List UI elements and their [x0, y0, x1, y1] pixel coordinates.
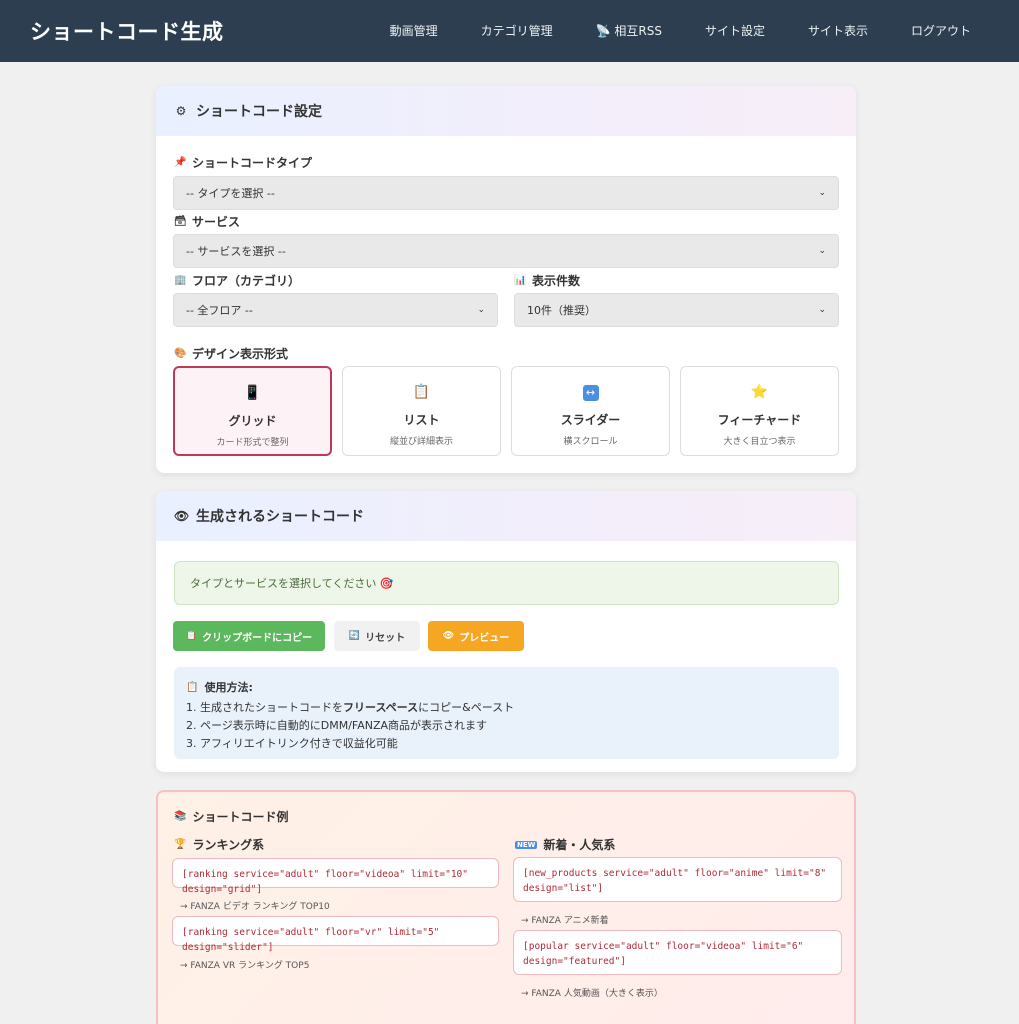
settings-title: ショートコード設定 [196, 104, 322, 120]
usage-step-2: 2. ページ表示時に自動的にDMM/FANZA商品が表示されます [186, 719, 488, 732]
phone-icon: 📱 [243, 385, 262, 401]
chevron-down-icon: ⌄ [818, 246, 826, 256]
refresh-icon: 🔄 [348, 631, 361, 641]
example-code-ranking-1[interactable]: [ranking service="adult" floor="videoa" … [172, 858, 499, 895]
preview-button[interactable]: 👁 プレビュー [428, 621, 524, 651]
new-badge-icon: NEW [515, 840, 538, 849]
chevron-down-icon: ⌄ [818, 305, 826, 315]
design-option-list[interactable]: 📋 リスト 縦並び詳細表示 [342, 366, 501, 456]
books-icon: 📚 [174, 811, 187, 822]
examples-title: 📚 ショートコード例 [174, 810, 289, 824]
nav-logout[interactable]: ログアウト [911, 22, 971, 39]
example-desc-new-1: → FANZA アニメ新着 [521, 916, 609, 926]
eye-icon: 👁 [442, 631, 455, 641]
star-icon: ⭐ [750, 384, 769, 400]
usage-step-3: 3. アフィリエイトリンク付きで収益化可能 [186, 737, 398, 750]
shortcode-settings-card: ⚙ ショートコード設定 📌 ショートコードタイプ -- タイプを選択 -- ⌄ 🗃 サ… [156, 86, 856, 473]
bar-chart-icon: 📊 [514, 274, 527, 286]
count-select[interactable]: 10件（推奨） ⌄ [514, 293, 839, 327]
type-select[interactable]: -- タイプを選択 -- ⌄ [173, 176, 839, 210]
nav-videos[interactable]: 動画管理 [390, 22, 438, 39]
copy-button[interactable]: 📋 クリップボードにコピー [173, 621, 325, 651]
clipboard-icon: 📋 [185, 631, 198, 641]
palette-icon: 🎨 [174, 347, 187, 359]
clipboard-icon: 📋 [412, 384, 431, 400]
generated-title: 生成されるショートコード [196, 509, 364, 525]
service-label: 🗃 サービス [174, 215, 241, 229]
chevron-down-icon: ⌄ [477, 305, 485, 315]
shortcode-output: タイプとサービスを選択してください 🎯 [174, 561, 839, 605]
nav-site-view[interactable]: サイト表示 [808, 22, 868, 39]
service-select[interactable]: -- サービスを選択 -- ⌄ [173, 234, 839, 268]
chevron-down-icon: ⌄ [818, 188, 826, 198]
example-code-popular-1[interactable]: [popular service="adult" floor="videoa" … [513, 930, 842, 975]
clipboard-icon: 📋 [186, 681, 199, 693]
stack-icon: 🗃 [174, 215, 187, 227]
building-icon: 🏢 [174, 274, 187, 286]
design-option-featured[interactable]: ⭐ フィーチャード 大きく目立つ表示 [680, 366, 839, 456]
arrows-horizontal-icon: ↔ [512, 383, 669, 401]
example-code-new-1[interactable]: [new_products service="adult" floor="ani… [513, 857, 842, 902]
design-label: 🎨 デザイン表示形式 [174, 347, 289, 361]
design-option-slider[interactable]: ↔ スライダー 横スクロール [511, 366, 670, 456]
ranking-title: 🏆 ランキング系 [174, 838, 265, 852]
nav-categories[interactable]: カテゴリ管理 [481, 22, 553, 39]
example-desc-popular-1: → FANZA 人気動画（大きく表示） [521, 989, 663, 999]
generated-header: 👁 生成されるショートコード [156, 491, 856, 541]
count-label: 📊 表示件数 [514, 274, 581, 288]
pin-icon: 📌 [174, 156, 187, 168]
example-desc-ranking-2: → FANZA VR ランキング TOP5 [180, 961, 310, 971]
settings-header: ⚙ ショートコード設定 [156, 86, 856, 136]
gear-icon: ⚙ [175, 104, 187, 118]
main-nav: 動画管理 カテゴリ管理 📡 相互RSS サイト設定 サイト表示 ログアウト [347, 22, 971, 39]
example-code-ranking-2[interactable]: [ranking service="adult" floor="vr" limi… [172, 916, 499, 953]
top-navbar: ショートコード生成 動画管理 カテゴリ管理 📡 相互RSS サイト設定 サイト表… [0, 0, 1019, 62]
usage-box: 📋 使用方法: 1. 生成されたショートコードをフリースペースにコピー&ペースト … [174, 667, 839, 759]
example-desc-ranking-1: → FANZA ビデオ ランキング TOP10 [180, 902, 330, 912]
usage-step-1: 1. 生成されたショートコードをフリースペースにコピー&ペースト [186, 701, 515, 714]
new-popular-title: NEW 新着・人気系 [515, 838, 616, 852]
shortcode-examples-card: 📚 ショートコード例 🏆 ランキング系 [ranking service="adul… [156, 790, 856, 1024]
usage-title: 📋 使用方法: [186, 681, 253, 694]
nav-site-settings[interactable]: サイト設定 [705, 22, 765, 39]
reset-button[interactable]: 🔄 リセット [334, 621, 420, 651]
generated-shortcode-card: 👁 生成されるショートコード タイプとサービスを選択してください 🎯 📋 クリップ… [156, 491, 856, 772]
eye-icon: 👁 [174, 509, 190, 523]
trophy-icon: 🏆 [174, 839, 187, 850]
nav-rss[interactable]: 📡 相互RSS [596, 22, 662, 39]
floor-select[interactable]: -- 全フロア -- ⌄ [173, 293, 498, 327]
design-option-grid[interactable]: 📱 グリッド カード形式で整列 [173, 366, 332, 456]
floor-label: 🏢 フロア（カテゴリ） [174, 274, 301, 288]
type-label: 📌 ショートコードタイプ [174, 156, 313, 170]
page-title: ショートコード生成 [30, 20, 224, 44]
